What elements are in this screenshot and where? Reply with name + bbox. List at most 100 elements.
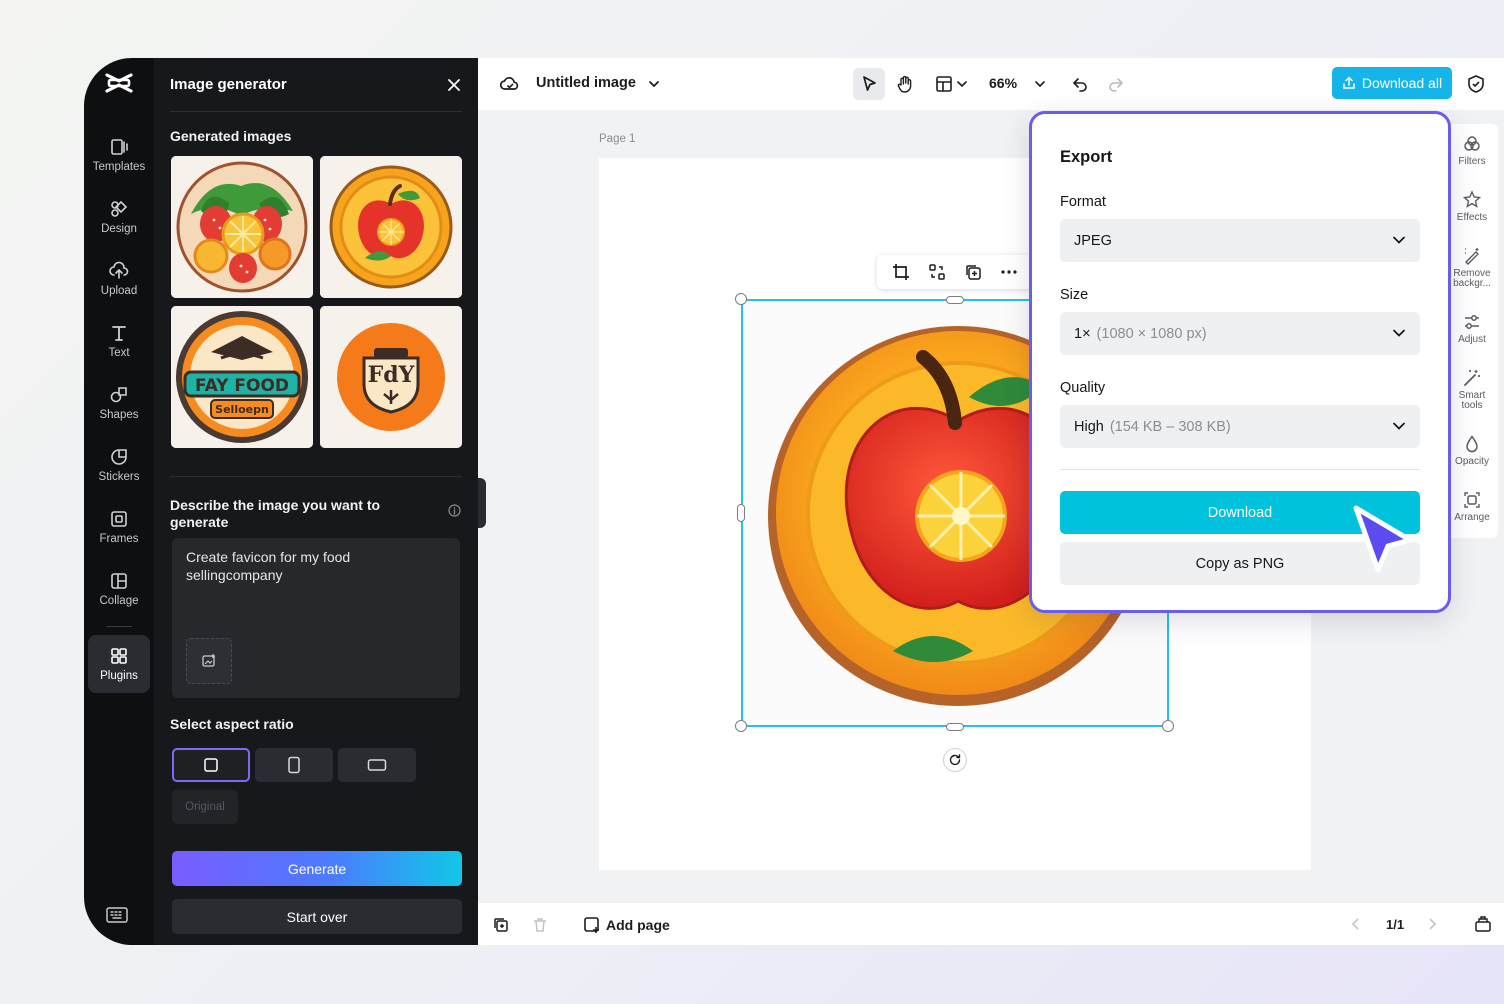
info-icon[interactable] [448, 504, 461, 517]
generated-thumb-4[interactable]: FdY [320, 306, 462, 448]
mouse-cursor-icon [1353, 505, 1413, 573]
tool-remove-background[interactable]: Remove backgr... [1446, 246, 1498, 289]
shield-icon[interactable] [1466, 74, 1486, 94]
aspect-landscape-button[interactable] [338, 748, 416, 782]
layout-icon[interactable] [934, 74, 954, 94]
size-label: Size [1060, 287, 1089, 303]
rail-item-frames[interactable]: Frames [88, 498, 150, 556]
download-all-button[interactable]: Download all [1332, 67, 1452, 99]
page-manager-icon[interactable] [1474, 915, 1492, 933]
resize-handle-top[interactable] [946, 296, 964, 304]
rail-label: Plugins [100, 670, 138, 682]
rail-item-templates[interactable]: Templates [88, 126, 150, 184]
export-divider [1060, 469, 1420, 470]
fay-logo-circle-icon: FdY [320, 306, 462, 448]
panel-header: Image generator [170, 58, 462, 112]
keyboard-icon[interactable] [106, 906, 128, 924]
templates-icon [111, 139, 128, 155]
add-reference-image-button[interactable] [186, 638, 232, 684]
format-label: Format [1060, 194, 1106, 210]
generated-thumb-1[interactable] [171, 156, 313, 298]
duplicate-icon[interactable] [963, 262, 983, 282]
size-detail: (1080 × 1080 px) [1096, 325, 1207, 342]
quality-select[interactable]: High (154 KB – 308 KB) [1060, 405, 1420, 448]
aspect-original-button[interactable]: Original [172, 790, 238, 824]
remove-background-icon [1465, 248, 1479, 265]
cloud-save-icon[interactable] [500, 74, 520, 94]
opacity-droplet-icon [1466, 435, 1478, 453]
document-title[interactable]: Untitled image [536, 75, 636, 91]
prompt-textarea[interactable]: Create favicon for my food sellingcompan… [172, 538, 460, 698]
fay-food-badge-icon: FAY FOOD Selloepn [171, 306, 313, 448]
badge-subtitle: Selloepn [215, 403, 269, 416]
quality-detail: (154 KB – 308 KB) [1109, 418, 1231, 435]
text-icon [112, 326, 126, 341]
download-all-label: Download all [1361, 75, 1443, 91]
tool-label: Effects [1456, 212, 1488, 223]
chevron-down-icon[interactable] [644, 74, 664, 94]
aspect-portrait-button[interactable] [255, 748, 333, 782]
rail-item-text[interactable]: Text [88, 312, 150, 370]
resize-handle-top-left[interactable] [735, 293, 747, 305]
close-icon[interactable] [446, 77, 462, 93]
rail-item-upload[interactable]: Upload [88, 250, 150, 308]
add-page-button[interactable]: Add page [606, 917, 670, 933]
resize-handle-bottom-left[interactable] [735, 720, 747, 732]
tool-label: Filters [1458, 156, 1486, 167]
generated-thumb-3[interactable]: FAY FOOD Selloepn [171, 306, 313, 448]
hand-pan-icon[interactable] [895, 74, 915, 94]
prev-page-icon[interactable] [1348, 916, 1364, 932]
more-options-icon[interactable] [999, 262, 1019, 282]
duplicate-page-icon[interactable] [492, 916, 510, 934]
rail-item-collage[interactable]: Collage [88, 560, 150, 618]
tool-label: Arrange [1454, 512, 1490, 523]
tool-arrange[interactable]: Arrange [1446, 490, 1498, 523]
add-page-icon[interactable] [583, 916, 601, 934]
floating-image-toolbar [877, 255, 1037, 289]
chevron-down-icon [1393, 422, 1405, 430]
image-generator-panel: Image generator Generated images FAY FOO… [154, 58, 478, 945]
undo-icon[interactable] [1070, 74, 1090, 94]
generated-thumb-2[interactable] [320, 156, 462, 298]
add-image-icon [202, 654, 215, 667]
shapes-icon [110, 387, 127, 403]
delete-page-icon[interactable] [531, 916, 549, 934]
rail-item-shapes[interactable]: Shapes [88, 374, 150, 432]
page-counter: 1/1 [1386, 917, 1405, 932]
rotate-handle[interactable] [943, 748, 967, 772]
tool-effects[interactable]: Effects [1446, 190, 1498, 223]
replace-icon[interactable] [927, 262, 947, 282]
adjust-icon [1465, 315, 1479, 329]
resize-handle-left[interactable] [737, 504, 745, 522]
collage-icon [111, 573, 127, 589]
rail-label: Stickers [98, 471, 140, 483]
rail-item-stickers[interactable]: Stickers [88, 436, 150, 494]
capcut-logo-icon[interactable] [104, 70, 134, 96]
rail-label: Shapes [99, 409, 139, 421]
next-page-icon[interactable] [1424, 916, 1440, 932]
select-pointer-icon[interactable] [859, 74, 879, 94]
top-bar: Untitled image 66% Download all [478, 58, 1504, 110]
generate-button[interactable]: Generate [172, 851, 462, 886]
rail-item-plugins[interactable]: Plugins [88, 635, 150, 693]
format-select[interactable]: JPEG [1060, 219, 1420, 262]
frames-icon [111, 511, 127, 527]
start-over-button[interactable]: Start over [172, 899, 462, 934]
resize-handle-bottom[interactable] [946, 723, 964, 731]
zoom-chevron-icon[interactable] [1030, 74, 1050, 94]
redo-icon[interactable] [1106, 74, 1126, 94]
tool-smart-tools[interactable]: Smart tools [1446, 368, 1498, 411]
aspect-square-button[interactable] [172, 748, 250, 782]
crop-icon[interactable] [891, 262, 911, 282]
size-select[interactable]: 1× (1080 × 1080 px) [1060, 312, 1420, 355]
zoom-level[interactable]: 66% [989, 75, 1017, 91]
rail-label: Design [101, 223, 137, 235]
resize-handle-bottom-right[interactable] [1162, 720, 1174, 732]
tool-adjust[interactable]: Adjust [1446, 312, 1498, 345]
tool-label: Remove backgr... [1453, 268, 1491, 289]
tool-opacity[interactable]: Opacity [1446, 434, 1498, 467]
rail-item-design[interactable]: Design [88, 188, 150, 246]
tool-filters[interactable]: Filters [1446, 134, 1498, 167]
layout-chevron-icon[interactable] [952, 74, 972, 94]
collapse-panel-handle[interactable] [478, 478, 486, 528]
